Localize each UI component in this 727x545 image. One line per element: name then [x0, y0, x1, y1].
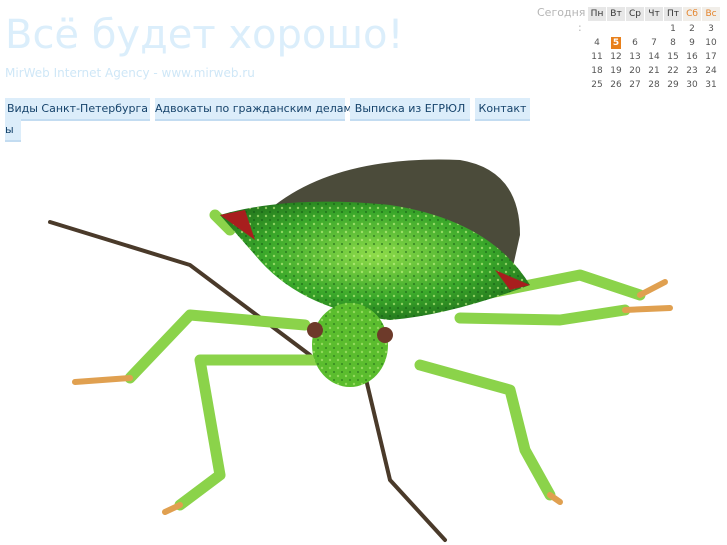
nav-item-contacts[interactable]: Контакт — [475, 98, 530, 121]
calendar-week: 11 12 13 14 15 16 17 — [588, 50, 720, 63]
weekday-thu: Чт — [645, 7, 663, 21]
calendar-day[interactable]: 22 — [664, 64, 682, 77]
calendar-week: 1 2 3 — [588, 22, 720, 35]
calendar-day[interactable]: 8 — [664, 36, 682, 49]
calendar-day[interactable]: 27 — [626, 78, 644, 91]
weekday-wed: Ср — [626, 7, 644, 21]
calendar-day[interactable]: 14 — [645, 50, 663, 63]
bug-eye — [377, 327, 393, 343]
calendar-day[interactable]: 17 — [702, 50, 720, 63]
calendar: Пн Вт Ср Чт Пт Сб Вс 1 2 3 4 5 6 7 8 9 1… — [587, 6, 721, 92]
calendar-day[interactable]: 1 — [664, 22, 682, 35]
calendar-day[interactable]: 20 — [626, 64, 644, 77]
calendar-day[interactable]: 28 — [645, 78, 663, 91]
weekday-fri: Пт — [664, 7, 682, 21]
site-subtitle[interactable]: MirWeb Internet Agency - www.mirweb.ru — [5, 66, 255, 80]
calendar-day[interactable]: 9 — [683, 36, 701, 49]
calendar-day[interactable]: 3 — [702, 22, 720, 35]
nav-item-spb-views[interactable]: Виды Санкт-Петербурга — [5, 98, 150, 121]
green-shield-bug-image — [48, 159, 673, 542]
calendar-day — [626, 22, 644, 35]
weekday-mon: Пн — [588, 7, 606, 21]
calendar-day[interactable]: 18 — [588, 64, 606, 77]
calendar-day[interactable]: 26 — [607, 78, 625, 91]
calendar-weekday-row: Пн Вт Ср Чт Пт Сб Вс — [588, 7, 720, 21]
today-label: Сегодня — [537, 6, 586, 19]
calendar-day[interactable]: 19 — [607, 64, 625, 77]
calendar-day[interactable]: 4 — [588, 36, 606, 49]
calendar-week: 25 26 27 28 29 30 31 — [588, 78, 720, 91]
calendar-day[interactable]: 12 — [607, 50, 625, 63]
nav-item-contacts-wrap[interactable]: ы — [5, 119, 21, 142]
calendar-week: 4 5 6 7 8 9 10 — [588, 36, 720, 49]
bug-eye — [307, 322, 323, 338]
calendar-day[interactable]: 13 — [626, 50, 644, 63]
calendar-day[interactable]: 16 — [683, 50, 701, 63]
today-marker[interactable]: 5 — [610, 36, 622, 49]
calendar-day[interactable]: 15 — [664, 50, 682, 63]
calendar-week: 18 19 20 21 22 23 24 — [588, 64, 720, 77]
calendar-day — [645, 22, 663, 35]
weekday-sun: Вс — [702, 7, 720, 21]
calendar-day[interactable]: 29 — [664, 78, 682, 91]
calendar-day — [588, 22, 606, 35]
weekday-sat: Сб — [683, 7, 701, 21]
calendar-day[interactable]: 21 — [645, 64, 663, 77]
calendar-day[interactable]: 24 — [702, 64, 720, 77]
calendar-day[interactable]: 10 — [702, 36, 720, 49]
today-separator: : — [578, 21, 582, 34]
calendar-day[interactable]: 30 — [683, 78, 701, 91]
nav-item-egrul-extract[interactable]: Выписка из ЕГРЮЛ — [350, 98, 470, 121]
weekday-tue: Вт — [607, 7, 625, 21]
calendar-day[interactable]: 11 — [588, 50, 606, 63]
calendar-day[interactable]: 25 — [588, 78, 606, 91]
calendar-day[interactable]: 31 — [702, 78, 720, 91]
calendar-day-today[interactable]: 5 — [607, 36, 625, 49]
calendar-day — [607, 22, 625, 35]
calendar-day[interactable]: 6 — [626, 36, 644, 49]
nav-item-civil-lawyers[interactable]: Адвокаты по гражданским делам — [155, 98, 352, 121]
site-title: Всё будет хорошо! — [5, 12, 404, 58]
bug-head-texture — [312, 303, 388, 387]
calendar-day[interactable]: 7 — [645, 36, 663, 49]
calendar-day[interactable]: 23 — [683, 64, 701, 77]
calendar-day[interactable]: 2 — [683, 22, 701, 35]
